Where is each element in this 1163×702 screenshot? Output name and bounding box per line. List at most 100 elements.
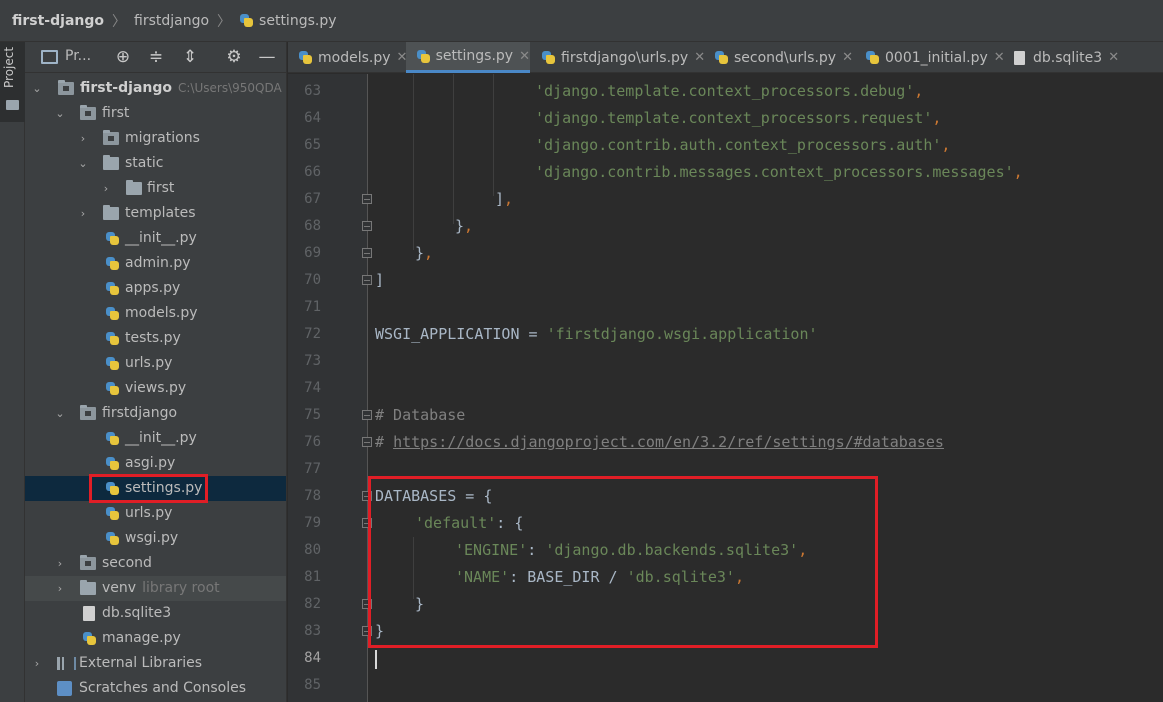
code-line[interactable]: }, [415, 240, 433, 267]
tree-item-init-py[interactable]: __init__.py [25, 426, 286, 451]
fold-marker[interactable] [362, 248, 372, 258]
chevron-right-icon[interactable]: › [77, 126, 89, 151]
tree-item-apps-py[interactable]: apps.py [25, 276, 286, 301]
code-string: 'django.contrib.auth.context_processors.… [535, 136, 942, 154]
tree-item-models-py[interactable]: models.py [25, 301, 286, 326]
code-line[interactable]: 'django.contrib.auth.context_processors.… [535, 132, 950, 159]
chevron-right-icon[interactable]: › [100, 176, 112, 201]
locate-icon[interactable]: ⊕ [113, 47, 133, 67]
line-number: 66 [304, 164, 321, 180]
code-line[interactable]: # https://docs.djangoproject.com/en/3.2/… [375, 429, 944, 456]
project-tool-label: Project [2, 46, 16, 88]
code-line[interactable]: 'django.contrib.messages.context_process… [535, 159, 1023, 186]
tree-item-label: templates [125, 205, 196, 221]
tab-second-urls-py[interactable]: second\urls.py ✕ [704, 42, 853, 73]
tab-0001-initial-py[interactable]: 0001_initial.py ✕ [855, 42, 1005, 73]
gear-icon[interactable]: ⚙ [224, 47, 244, 67]
fold-marker[interactable] [362, 275, 372, 285]
line-number: 67 [304, 191, 321, 207]
tree-item-tests-py[interactable]: tests.py [25, 326, 286, 351]
python-file-icon [105, 231, 121, 245]
code-string: 'django.template.context_processors.debu… [535, 82, 915, 100]
tree-item-first[interactable]: ⌄ first [25, 101, 286, 126]
tree-item-admin-py[interactable]: admin.py [25, 251, 286, 276]
tree-item-firstdjango[interactable]: ⌄ firstdjango [25, 401, 286, 426]
line-number: 69 [304, 245, 321, 261]
tree-item-external-libraries[interactable]: › External Libraries [25, 651, 286, 676]
tree-item-urls-py[interactable]: urls.py [25, 351, 286, 376]
tree-item-wsgi-py[interactable]: wsgi.py [25, 526, 286, 551]
chevron-down-icon[interactable]: ⌄ [54, 401, 66, 426]
code-line[interactable]: ] [375, 267, 384, 294]
tree-item-label: first-django [80, 80, 172, 96]
tree-item-asgi-py[interactable]: asgi.py [25, 451, 286, 476]
tree-item-scratches[interactable]: Scratches and Consoles [25, 676, 286, 701]
tab-settings-py[interactable]: settings.py ✕ [406, 42, 530, 73]
tree-item-label: urls.py [125, 355, 173, 371]
project-panel-title[interactable]: Pr... [65, 48, 91, 64]
code-comment-link[interactable]: https://docs.djangoproject.com/en/3.2/re… [393, 433, 944, 451]
chevron-down-icon[interactable]: ⌄ [77, 151, 89, 176]
collapse-all-icon[interactable]: ⇕ [180, 47, 200, 67]
breadcrumb-folder[interactable]: firstdjango [134, 13, 209, 29]
tree-item-label: apps.py [125, 280, 181, 296]
line-number: 71 [304, 299, 321, 315]
line-number: 72 [304, 326, 321, 342]
close-icon[interactable]: ✕ [1108, 50, 1119, 65]
tree-item-label: migrations [125, 130, 200, 146]
code-comma: , [424, 244, 434, 262]
tab-label: firstdjango\urls.py [561, 49, 689, 66]
tree-item-first-django[interactable]: ⌄ first-django C:\Users\950QDA [25, 76, 286, 101]
fold-marker[interactable] [362, 437, 372, 447]
close-icon[interactable]: ✕ [519, 49, 530, 64]
breadcrumb-file[interactable]: settings.py [259, 13, 336, 29]
tree-item-second[interactable]: › second [25, 551, 286, 576]
tree-item-db-sqlite3[interactable]: db.sqlite3 [25, 601, 286, 626]
chevron-down-icon[interactable]: ⌄ [31, 76, 43, 101]
code-comment: # [375, 433, 394, 451]
fold-marker[interactable] [362, 410, 372, 420]
tab-db-sqlite3[interactable]: db.sqlite3 ✕ [1004, 42, 1119, 73]
code-line[interactable]: 'django.template.context_processors.debu… [535, 78, 923, 105]
chevron-right-icon[interactable]: › [54, 551, 66, 576]
code-line[interactable]: 'django.template.context_processors.requ… [535, 105, 941, 132]
code-comment: # Database [375, 406, 466, 424]
breadcrumb-project[interactable]: first-django [12, 13, 104, 29]
tree-item-venv[interactable]: › venv library root [25, 576, 286, 601]
fold-marker[interactable] [362, 221, 372, 231]
code-bracket: } [455, 217, 465, 235]
chevron-right-icon[interactable]: › [54, 576, 66, 601]
tree-item-init-py[interactable]: __init__.py [25, 226, 286, 251]
chevron-right-icon[interactable]: › [77, 201, 89, 226]
tree-item-static-first[interactable]: › first [25, 176, 286, 201]
expand-all-icon[interactable]: ≑ [146, 47, 166, 67]
project-tool-tab[interactable]: Project [0, 42, 25, 122]
tree-item-migrations[interactable]: › migrations [25, 126, 286, 151]
tree-item-urls-py[interactable]: urls.py [25, 501, 286, 526]
python-file-icon [416, 49, 431, 64]
tab-models-py[interactable]: models.py ✕ [288, 42, 407, 73]
tree-item-views-py[interactable]: views.py [25, 376, 286, 401]
code-line[interactable]: WSGI_APPLICATION = 'firstdjango.wsgi.app… [375, 321, 818, 348]
tree-item-static[interactable]: ⌄ static [25, 151, 286, 176]
tree-item-templates[interactable]: › templates [25, 201, 286, 226]
tab-firstdjango-urls-py[interactable]: firstdjango\urls.py ✕ [531, 42, 705, 73]
fold-marker[interactable] [362, 194, 372, 204]
folder-icon [103, 205, 119, 220]
editor-tab-bar: models.py ✕ settings.py ✕ firstdjango\ur… [288, 42, 1163, 73]
code-line[interactable]: }, [455, 213, 473, 240]
tree-item-manage-py[interactable]: manage.py [25, 626, 286, 651]
code-comma: , [464, 217, 474, 235]
line-number: 65 [304, 137, 321, 153]
tree-item-label: External Libraries [79, 655, 202, 671]
breadcrumb-separator: 〉 [112, 13, 126, 30]
chevron-right-icon[interactable]: › [31, 651, 43, 676]
code-line[interactable]: # Database [375, 402, 465, 429]
close-icon[interactable]: ✕ [842, 50, 853, 65]
minimize-icon[interactable]: — [257, 47, 277, 67]
line-number: 77 [304, 461, 321, 477]
breadcrumb-separator: 〉 [217, 13, 232, 30]
project-view-icon[interactable] [41, 50, 58, 64]
code-line[interactable]: ], [495, 186, 513, 213]
chevron-down-icon[interactable]: ⌄ [54, 101, 66, 126]
